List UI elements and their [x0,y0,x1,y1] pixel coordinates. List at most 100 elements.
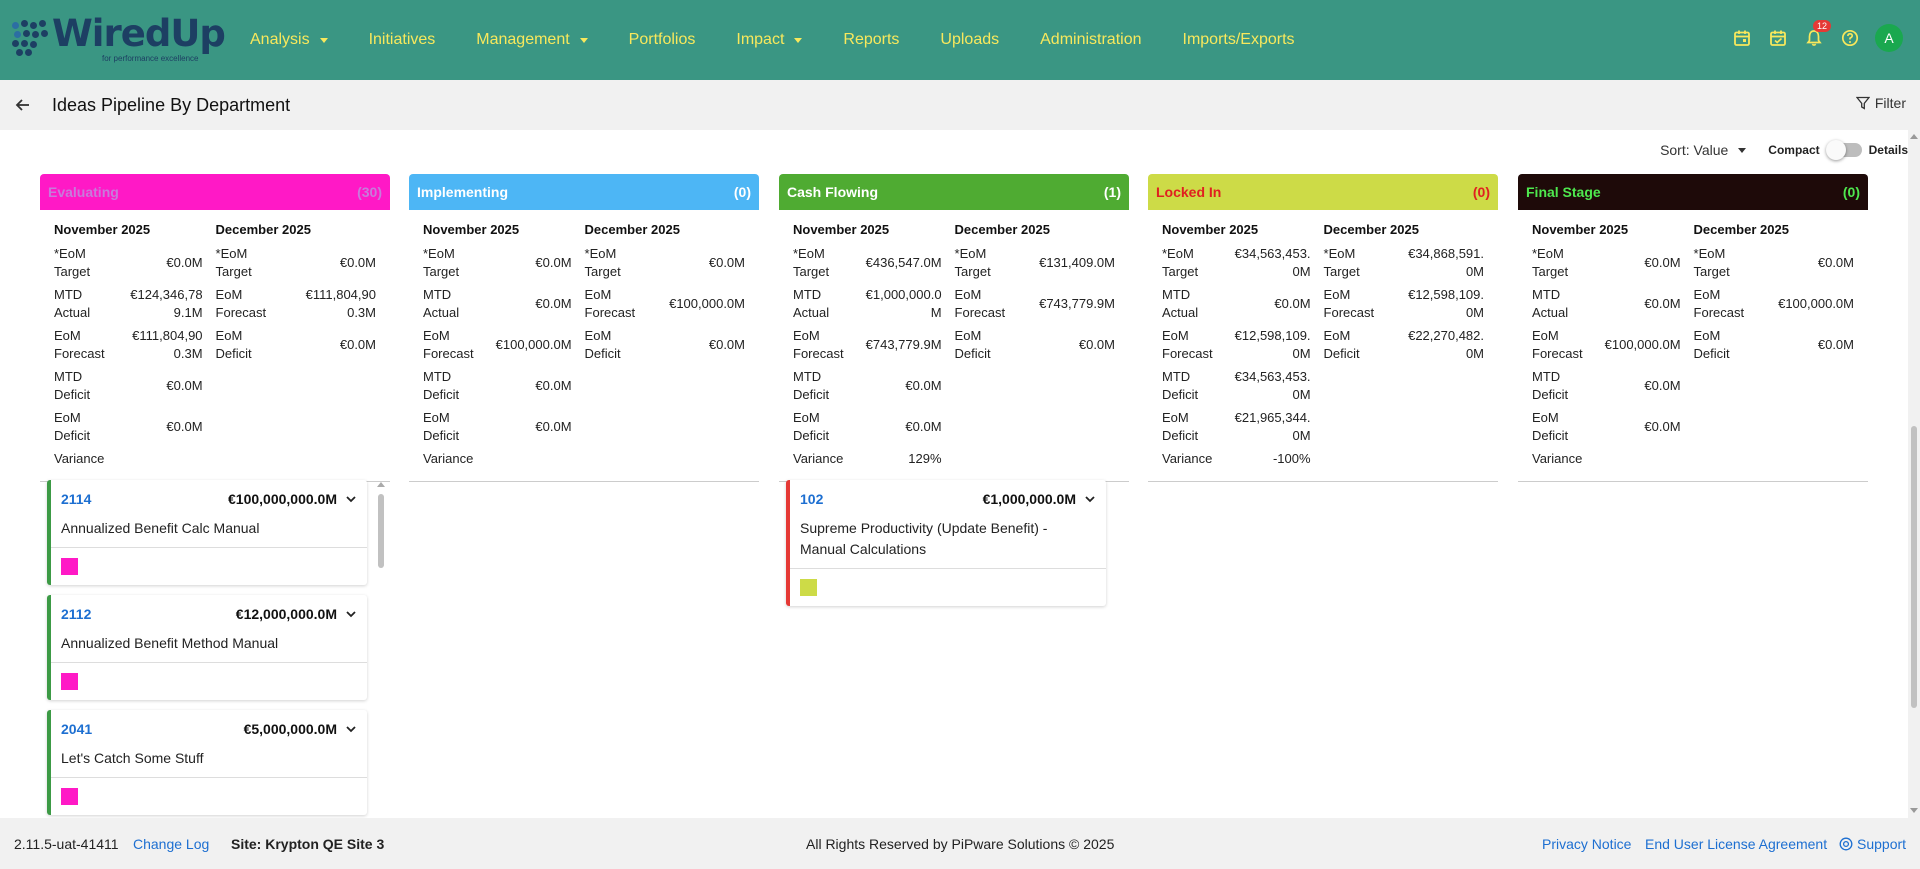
stat-label: *EoM Target [954,246,991,279]
bell-icon[interactable]: 12 [1803,20,1832,49]
stat-value: €0.0M [339,255,376,270]
stat-label: Variance [1532,451,1583,466]
nav-item-portfolios[interactable]: Portfolios [629,31,696,49]
card-amount-value: €100,000,000.0M [228,491,337,507]
chevron-down-icon[interactable] [1084,493,1096,505]
stat-row: EoM Deficit €0.0M [955,327,1115,363]
stat-value: €743,779.9M [1039,296,1115,311]
stage-column-implementing: Implementing (0) November 2025 *EoM Target €… [409,174,759,482]
wiredup-logo[interactable]: WiredUp for performance excellence [12,12,226,66]
stat-value: €21,965,344.0M [1234,410,1311,443]
stat-value: €0.0M [1078,337,1115,352]
stat-row: EoM Forecast €743,779.9M [955,286,1115,322]
page-title: Ideas Pipeline By Department [52,95,291,115]
stat-row: EoM Deficit €0.0M [1532,409,1681,445]
support-icon [1839,837,1853,851]
eula-link[interactable]: End User License Agreement [1645,836,1827,852]
card-list-scroll-thumb[interactable] [378,494,384,568]
chevron-down-icon[interactable] [345,723,357,735]
stage-column-final-stage: Final Stage (0) November 2025 *EoM Target €0… [1518,174,1868,482]
initiative-id-link[interactable]: 2114 [61,491,91,507]
nav-item-analysis[interactable]: Analysis [250,31,328,49]
stage-header[interactable]: Final Stage (0) [1518,174,1868,210]
stat-row: Variance [423,450,572,468]
nav-item-uploads[interactable]: Uploads [940,31,999,49]
stat-label: EoM Deficit [954,328,991,361]
nav-item-label: Initiatives [368,31,436,48]
calendar-check-icon[interactable] [1767,27,1789,49]
filter-button[interactable]: Filter [1855,95,1906,111]
toggle-knob[interactable] [1825,140,1846,160]
calendar-icon[interactable] [1731,27,1753,49]
stage-color-swatch [61,673,78,690]
user-avatar[interactable]: A [1875,24,1903,52]
stat-row: *EoM Target €34,563,453.0M [1162,245,1311,281]
initiative-card[interactable]: 2041 €5,000,000.0M Let's Catch Some Stuff [47,710,367,815]
stat-label: EoM Forecast [1693,287,1745,320]
card-title: Annualized Benefit Calc Manual [61,520,260,536]
nav-item-reports[interactable]: Reports [843,31,899,49]
stat-label: *EoM Target [54,246,91,279]
stat-label: MTD Actual [54,287,91,320]
notification-count-badge: 12 [1813,20,1832,32]
stat-label: EoM Deficit [423,410,460,443]
chevron-down-icon[interactable] [345,608,357,620]
initiative-id-link[interactable]: 2041 [61,721,92,737]
compact-label: Compact [1768,143,1820,157]
nav-item-administration[interactable]: Administration [1040,31,1141,49]
stage-count: (0) [733,184,751,200]
scroll-down-icon[interactable] [1910,808,1918,813]
stage-header[interactable]: Locked In (0) [1148,174,1498,210]
filter-icon [1855,96,1870,110]
chevron-down-icon[interactable] [345,493,357,505]
nav-item-management[interactable]: Management [476,31,588,49]
footer: 2.11.5-uat-41411 Change Log Site: Krypto… [0,818,1920,869]
stat-label: EoM Forecast [423,328,474,361]
month-label: November 2025 [423,222,520,237]
initiative-card[interactable]: 2112 €12,000,000.0M Annualized Benefit Met… [47,595,367,700]
sort-select[interactable]: Sort: Value [1660,142,1728,158]
initiative-id-link[interactable]: 102 [800,491,823,507]
stage-count: (30) [357,184,382,200]
stage-name: Evaluating [48,184,119,200]
sort-toolbar: Sort: Value Compact Details [1660,140,1908,160]
nav-item-impact[interactable]: Impact [736,31,803,49]
stage-divider [1148,481,1498,482]
scroll-up-icon[interactable] [377,482,385,487]
stat-value: €0.0M [166,378,203,393]
month-stats: December 2025 *EoM Target €34,868,591.0M Eo… [1324,222,1484,473]
initiative-id-link[interactable]: 2112 [61,606,91,622]
stat-value: €0.0M [535,296,572,311]
initiative-card[interactable]: 2114 €100,000,000.0M Annualized Benefit Ca… [47,480,367,585]
pipeline-board: Sort: Value Compact Details Evaluating (3… [0,130,1908,818]
nav-item-label: Impact [736,31,785,48]
stat-value: €0.0M [708,255,745,270]
card-title: Let's Catch Some Stuff [61,750,204,766]
privacy-link[interactable]: Privacy Notice [1542,836,1631,852]
page-scroll-thumb[interactable] [1911,426,1917,708]
stage-header[interactable]: Evaluating (30) [40,174,390,210]
changelog-link[interactable]: Change Log [133,836,209,852]
support-link[interactable]: Support [1839,836,1906,852]
chevron-down-icon[interactable] [1738,147,1747,153]
initiative-card[interactable]: 102 €1,000,000.0M Supreme Productivity (Up… [786,480,1106,606]
nav-item-imports-exports[interactable]: Imports/Exports [1183,31,1295,49]
stat-row: *EoM Target €34,868,591.0M [1324,245,1484,281]
stage-header[interactable]: Cash Flowing (1) [779,174,1129,210]
stat-value: €0.0M [339,337,376,352]
view-mode-toggle[interactable] [1825,140,1862,160]
stat-row: Variance [1532,450,1681,468]
nav-item-initiatives[interactable]: Initiatives [369,31,436,49]
stat-label: EoM Deficit [1693,328,1730,361]
stat-row: MTD Actual €0.0M [1162,286,1311,322]
card-body: 2041 €5,000,000.0M Let's Catch Some Stuff [51,710,367,777]
page-scrollbar[interactable] [1908,130,1920,818]
scroll-up-icon[interactable] [1910,134,1918,139]
card-list-scrollbar[interactable] [376,480,386,818]
stage-header[interactable]: Implementing (0) [409,174,759,210]
stat-value: €0.0M [1644,419,1681,434]
help-icon[interactable] [1839,27,1861,49]
month-stats: November 2025 *EoM Target €0.0M MTD Actual €… [423,222,585,473]
back-arrow-icon[interactable] [14,96,34,114]
stage-column-evaluating: Evaluating (30) November 2025 *EoM Target €0… [40,174,390,482]
